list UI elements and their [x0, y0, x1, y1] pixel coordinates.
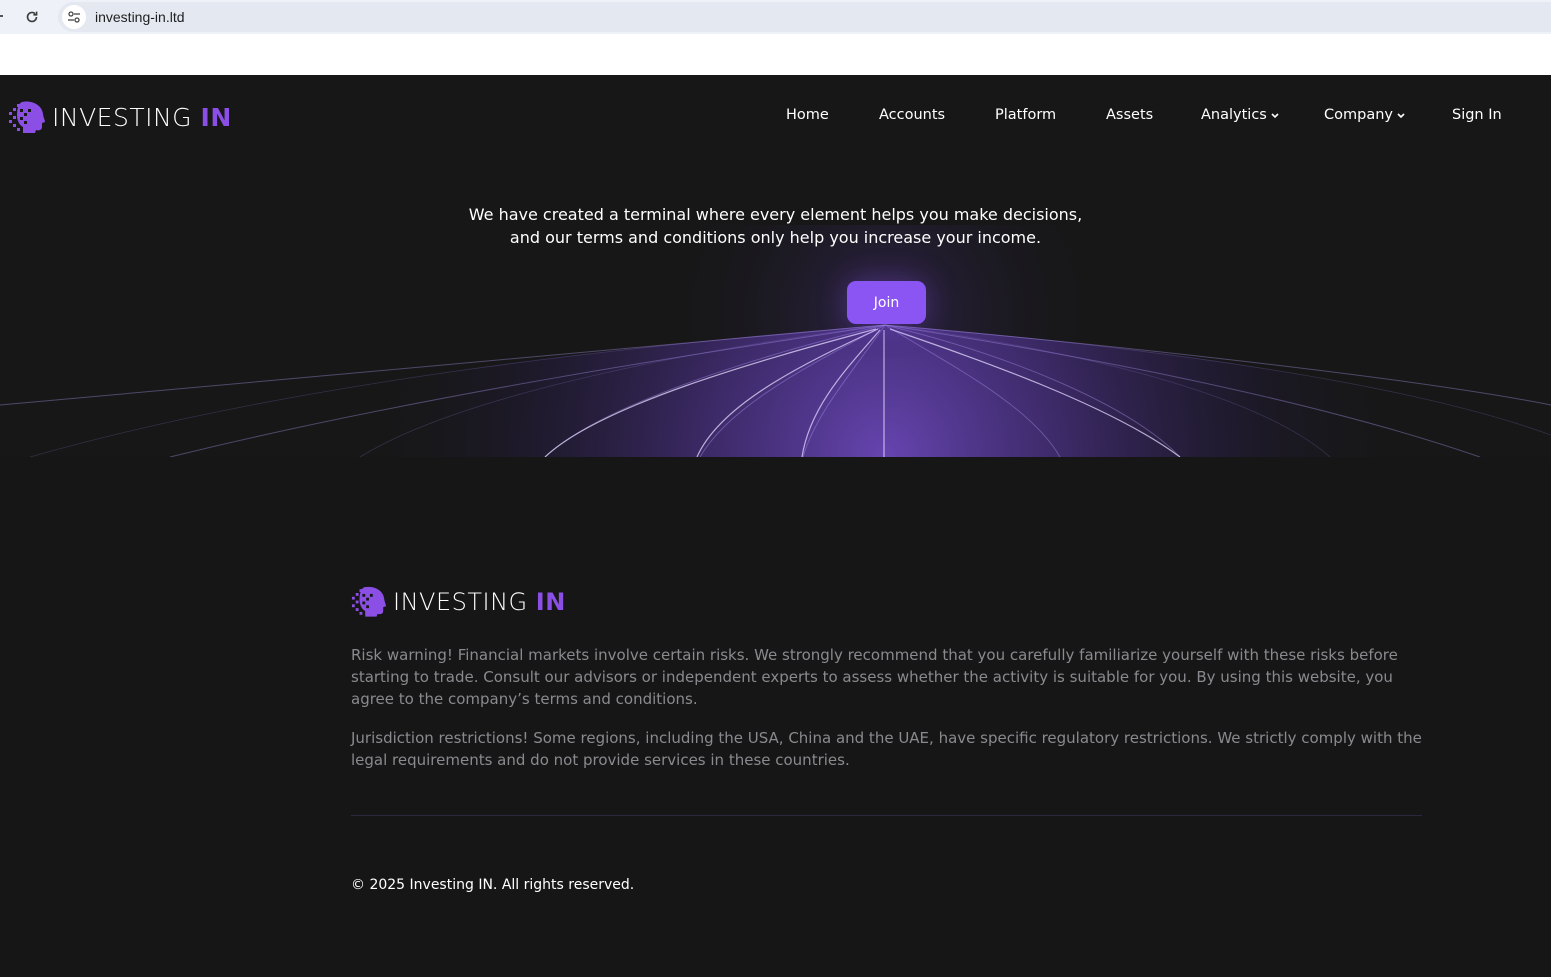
hero-subtitle-line-1: We have created a terminal where every e… — [468, 205, 1083, 224]
logo-text: INVESTING IN — [52, 102, 232, 132]
site-header: INVESTING IN Home Accounts Platform Asse… — [0, 75, 1551, 161]
back-button-fragment[interactable] — [0, 15, 3, 17]
footer-logo[interactable]: INVESTING IN — [351, 585, 566, 618]
risk-warning-text: Risk warning! Financial markets involve … — [351, 646, 1398, 708]
nav-item-home[interactable]: Home — [786, 107, 829, 123]
reload-icon — [26, 11, 38, 23]
page: broker We have created a terminal where … — [0, 75, 1551, 977]
header-logo[interactable]: INVESTING IN — [8, 100, 232, 134]
tune-icon — [68, 11, 80, 23]
hero-section: broker We have created a terminal where … — [0, 75, 1551, 457]
site-footer: INVESTING IN Risk warning! Financial mar… — [0, 457, 1551, 977]
footer-logo-text: INVESTING IN — [393, 587, 566, 616]
footer-divider — [351, 815, 1422, 816]
hero-subtitle: We have created a terminal where every e… — [0, 203, 1551, 249]
nav-item-platform[interactable]: Platform — [995, 107, 1056, 123]
nav-item-accounts[interactable]: Accounts — [879, 107, 945, 123]
pixel-head-icon — [9, 101, 45, 133]
chevron-down-icon — [1271, 113, 1279, 119]
address-bar[interactable] — [58, 2, 1551, 32]
nav-item-analytics[interactable]: Analytics — [1201, 107, 1280, 123]
join-button[interactable]: Join — [847, 281, 926, 324]
browser-bookmark-strip — [0, 34, 1551, 75]
nav-item-company[interactable]: Company — [1324, 107, 1406, 123]
jurisdiction-text: Jurisdiction restrictions! Some regions,… — [351, 729, 1422, 769]
browser-toolbar: investing-in.ltd — [0, 0, 1551, 34]
nav-item-sign-in[interactable]: Sign In — [1452, 107, 1502, 123]
pixel-head-icon — [351, 586, 387, 617]
reload-button[interactable] — [22, 7, 42, 27]
chevron-down-icon — [1397, 113, 1405, 119]
url-text[interactable]: investing-in.ltd — [95, 8, 185, 26]
hero-subtitle-line-2: and our terms and conditions only help y… — [509, 228, 1042, 247]
nav-item-assets[interactable]: Assets — [1106, 107, 1153, 123]
copyright-text: © 2025 Investing IN. All rights reserved… — [351, 877, 635, 893]
site-info-button[interactable] — [62, 5, 86, 29]
